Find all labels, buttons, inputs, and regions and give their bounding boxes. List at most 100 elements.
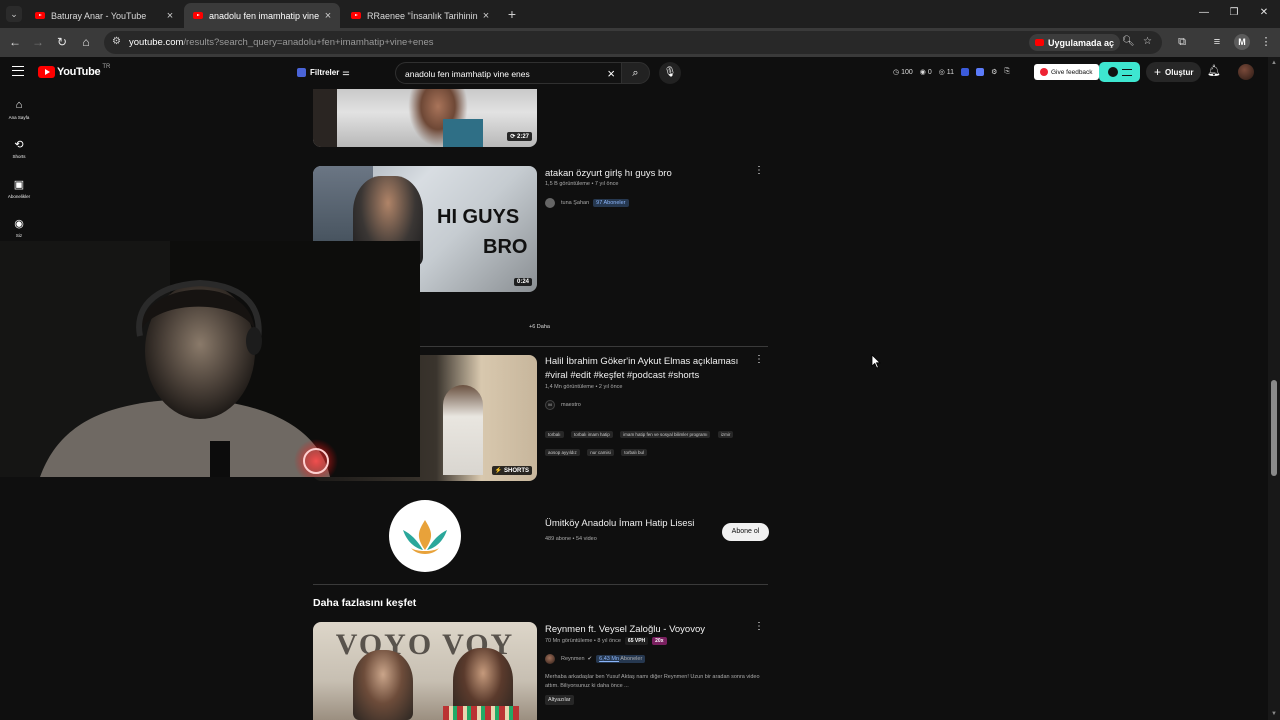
subscribe-button[interactable]: Abone ol (722, 523, 769, 541)
browser-profile-avatar[interactable]: M (1234, 34, 1250, 50)
tag-chip[interactable]: torbalı bul (621, 449, 647, 456)
guide-item-you[interactable]: ◉ Siz (0, 217, 38, 238)
guide-item-shorts[interactable]: ⟲ Shorts (0, 138, 38, 159)
new-tab-icon[interactable]: + (505, 6, 519, 22)
extension-blue-icon[interactable] (961, 68, 970, 76)
filters-label: Filtreler (310, 68, 340, 77)
clear-search-icon[interactable]: × (607, 66, 615, 81)
filter-extension-icon (297, 68, 306, 77)
more-actions-icon[interactable]: ⋮ (754, 353, 764, 367)
channel-row[interactable]: tuna Şahan 97 Aboneler (545, 198, 629, 208)
extension-settings-icon[interactable]: ⚙ (991, 68, 997, 76)
extension-share-icon[interactable]: ⎘ (1004, 68, 1010, 76)
channel-avatar[interactable] (545, 654, 555, 664)
search-box[interactable]: anadolu fen imamhatip vine enes × (395, 62, 621, 84)
tab-title: RRaenee "İnsanlık Tarihinin En (367, 10, 480, 21)
duration-badge: 0:24 (513, 278, 532, 286)
video-description: Merhaba arkadaşlar ben Yusuf Aktaş namı … (545, 674, 760, 689)
channel-name[interactable]: Reynmen (561, 656, 585, 662)
home-browser-icon[interactable]: ⌂ (78, 34, 94, 50)
home-icon: ⌂ (15, 99, 23, 111)
url-text: youtube.com/results?search_query=anadolu… (129, 37, 434, 48)
video-title[interactable]: Reynmen ft. Veysel Zaloğlu - Voyovoy (545, 623, 750, 637)
tab-title: anadolu fen imamhatip vine en (209, 10, 322, 21)
channel-name[interactable]: tuna Şahan (561, 200, 589, 206)
search-icon: ⌕ (632, 67, 639, 79)
forward-icon[interactable]: → (30, 34, 46, 50)
channel-row[interactable]: M maestro (545, 400, 581, 410)
notifications-bell-icon[interactable]: 🔔︎ (1207, 64, 1221, 80)
open-in-app-button[interactable]: Uygulamada aç (1029, 34, 1121, 51)
extension-chart-icon[interactable] (976, 68, 985, 76)
channel-name[interactable]: maestro (561, 402, 581, 408)
browser-tab-3[interactable]: RRaenee "İnsanlık Tarihinin En × (342, 3, 498, 28)
tab-close-icon[interactable]: × (164, 10, 176, 22)
browser-tab-1[interactable]: Baturay Anar - YouTube × (26, 3, 182, 28)
youtube-logo[interactable]: YouTube TR (38, 64, 110, 78)
tag-chip[interactable]: nur camisi (587, 449, 614, 456)
media-control-icon[interactable]: ≡ (1209, 34, 1225, 50)
extension-toggle-button[interactable] (1099, 62, 1140, 82)
stat-likes: ◉ 0 (919, 69, 932, 76)
site-info-icon[interactable]: ⚙ (112, 36, 121, 47)
scrollbar-thumb[interactable] (1271, 380, 1277, 476)
address-bar[interactable]: ⚙ youtube.com/results?search_query=anado… (104, 31, 1162, 54)
create-button[interactable]: + Oluştur (1146, 62, 1202, 82)
video-thumbnail[interactable]: ⟳ 2:27 (313, 89, 537, 147)
filters-button[interactable]: Filtreler ⚌ (297, 68, 350, 77)
tab-close-icon[interactable]: × (480, 10, 492, 22)
video-title[interactable]: Halil İbrahim Göker'in Aykut Elmas açıkl… (545, 355, 750, 383)
show-more-link[interactable]: +6 Daha (529, 324, 550, 330)
account-avatar[interactable] (1238, 64, 1254, 80)
search-button[interactable]: ⌕ (621, 62, 650, 84)
tag-chip[interactable]: torbalı (545, 431, 564, 438)
voice-search-button[interactable]: 🎙︎ (659, 62, 681, 84)
screen: ⌄ Baturay Anar - YouTube × anadolu fen i… (0, 0, 1280, 720)
browser-menu-icon[interactable]: ⋮ (1258, 34, 1274, 50)
tag-chip[interactable]: izmir (717, 431, 734, 438)
duration-badge: ⟳ 2:27 (507, 132, 532, 141)
restore-icon[interactable]: ❐ (1227, 5, 1241, 21)
channel-row[interactable]: Reynmen ✔ 6,43 Mn Aboneler (545, 654, 646, 664)
guide-label: Ana Sayfa (8, 115, 30, 120)
bookmark-star-icon[interactable]: ☆ (1143, 36, 1152, 47)
search-input[interactable]: anadolu fen imamhatip vine enes (405, 69, 530, 79)
channel-avatar[interactable]: M (545, 400, 555, 410)
tag-chip[interactable]: imam hatip fen ve sosyal bilimler progra… (620, 431, 711, 438)
subscriber-badge: 97 Aboneler (593, 199, 629, 207)
zoom-icon[interactable]: 🔍︎ (1122, 36, 1135, 47)
tag-chip[interactable]: aosop ayyıldız (545, 449, 580, 456)
stat-views: ◷ 100 (893, 69, 913, 76)
channel-logo[interactable] (389, 500, 461, 572)
create-label: Oluştur (1165, 67, 1194, 77)
give-feedback-button[interactable]: Give feedback (1034, 64, 1099, 80)
more-actions-icon[interactable]: ⋮ (754, 164, 764, 178)
scroll-down-icon[interactable]: ▼ (1271, 711, 1277, 717)
guide-item-subscriptions[interactable]: ▣ Abonelikler (0, 178, 38, 199)
extensions-icon[interactable]: ⧉ (1174, 34, 1190, 50)
section-title: Daha fazlasını keşfet (313, 597, 417, 609)
sliders-icon: ⚌ (342, 68, 350, 77)
tab-close-icon[interactable]: × (322, 10, 334, 22)
channel-name[interactable]: Ümitköy Anadolu İmam Hatip Lisesi (545, 518, 694, 529)
tab-search-dropdown-icon[interactable]: ⌄ (6, 6, 22, 22)
menu-icon[interactable] (12, 66, 24, 76)
video-thumbnail[interactable]: VOYO VOY (313, 622, 537, 720)
guide-item-home[interactable]: ⌂ Ana Sayfa (0, 99, 38, 120)
minimize-icon[interactable]: — (1197, 5, 1211, 21)
divider (313, 584, 768, 585)
close-window-icon[interactable]: ✕ (1257, 5, 1271, 21)
channel-avatar[interactable] (545, 198, 555, 208)
more-actions-icon[interactable]: ⋮ (754, 620, 764, 634)
extension-stats: ◷ 100 ◉ 0 ◎ 11 ⚙ ⎘ (893, 68, 1010, 76)
video-title[interactable]: atakan özyurt girlş hı guys bro (545, 167, 745, 181)
thumbnail-text: BRO (483, 236, 528, 258)
scroll-up-icon[interactable]: ▲ (1271, 60, 1277, 66)
browser-tab-2[interactable]: anadolu fen imamhatip vine en × (184, 3, 340, 28)
school-emblem-icon (403, 520, 447, 554)
reload-icon[interactable]: ↻ (54, 34, 70, 50)
youtube-app-icon (1035, 39, 1044, 46)
guide-label: Shorts (12, 154, 26, 159)
back-icon[interactable]: ← (7, 34, 23, 50)
tag-chip[interactable]: torbalı imam hatip (570, 431, 613, 438)
